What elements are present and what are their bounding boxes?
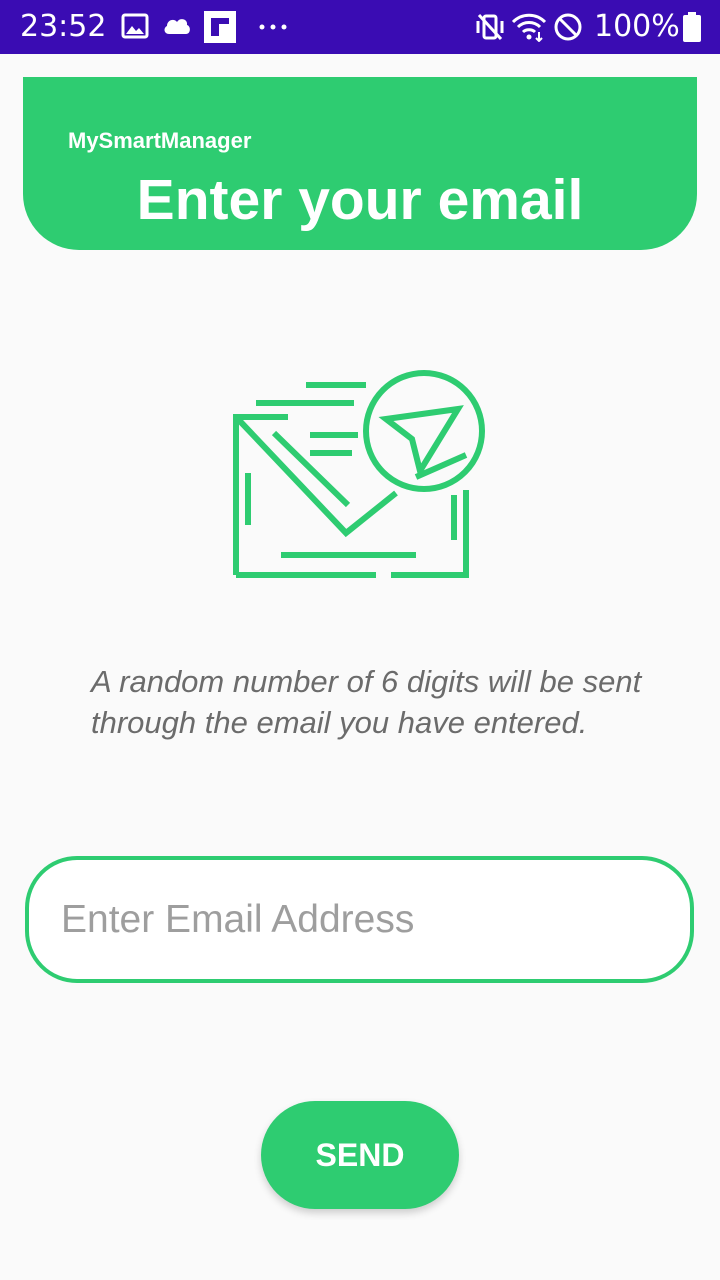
wifi-icon [511, 13, 547, 42]
vibrate-mute-icon [476, 13, 504, 41]
status-bar: 23:52 100% [0, 0, 720, 54]
send-button[interactable]: SEND [261, 1101, 459, 1209]
cloud-icon [164, 19, 190, 34]
info-text: A random number of 6 digits will be sent… [91, 664, 642, 740]
mail-send-icon [233, 370, 485, 578]
app-name: MySmartManager [68, 128, 252, 153]
status-time: 23:52 [20, 9, 107, 44]
header-banner: MySmartManager Enter your email [23, 77, 697, 250]
do-not-disturb-icon [554, 13, 582, 41]
email-field[interactable] [25, 856, 694, 983]
image-icon [121, 13, 149, 39]
page-title: Enter your email [136, 168, 584, 232]
email-input[interactable] [61, 886, 651, 954]
battery-percent: 100% [594, 9, 680, 44]
battery-icon [683, 12, 701, 42]
more-dots-icon [259, 24, 287, 30]
flipboard-icon [204, 11, 236, 43]
